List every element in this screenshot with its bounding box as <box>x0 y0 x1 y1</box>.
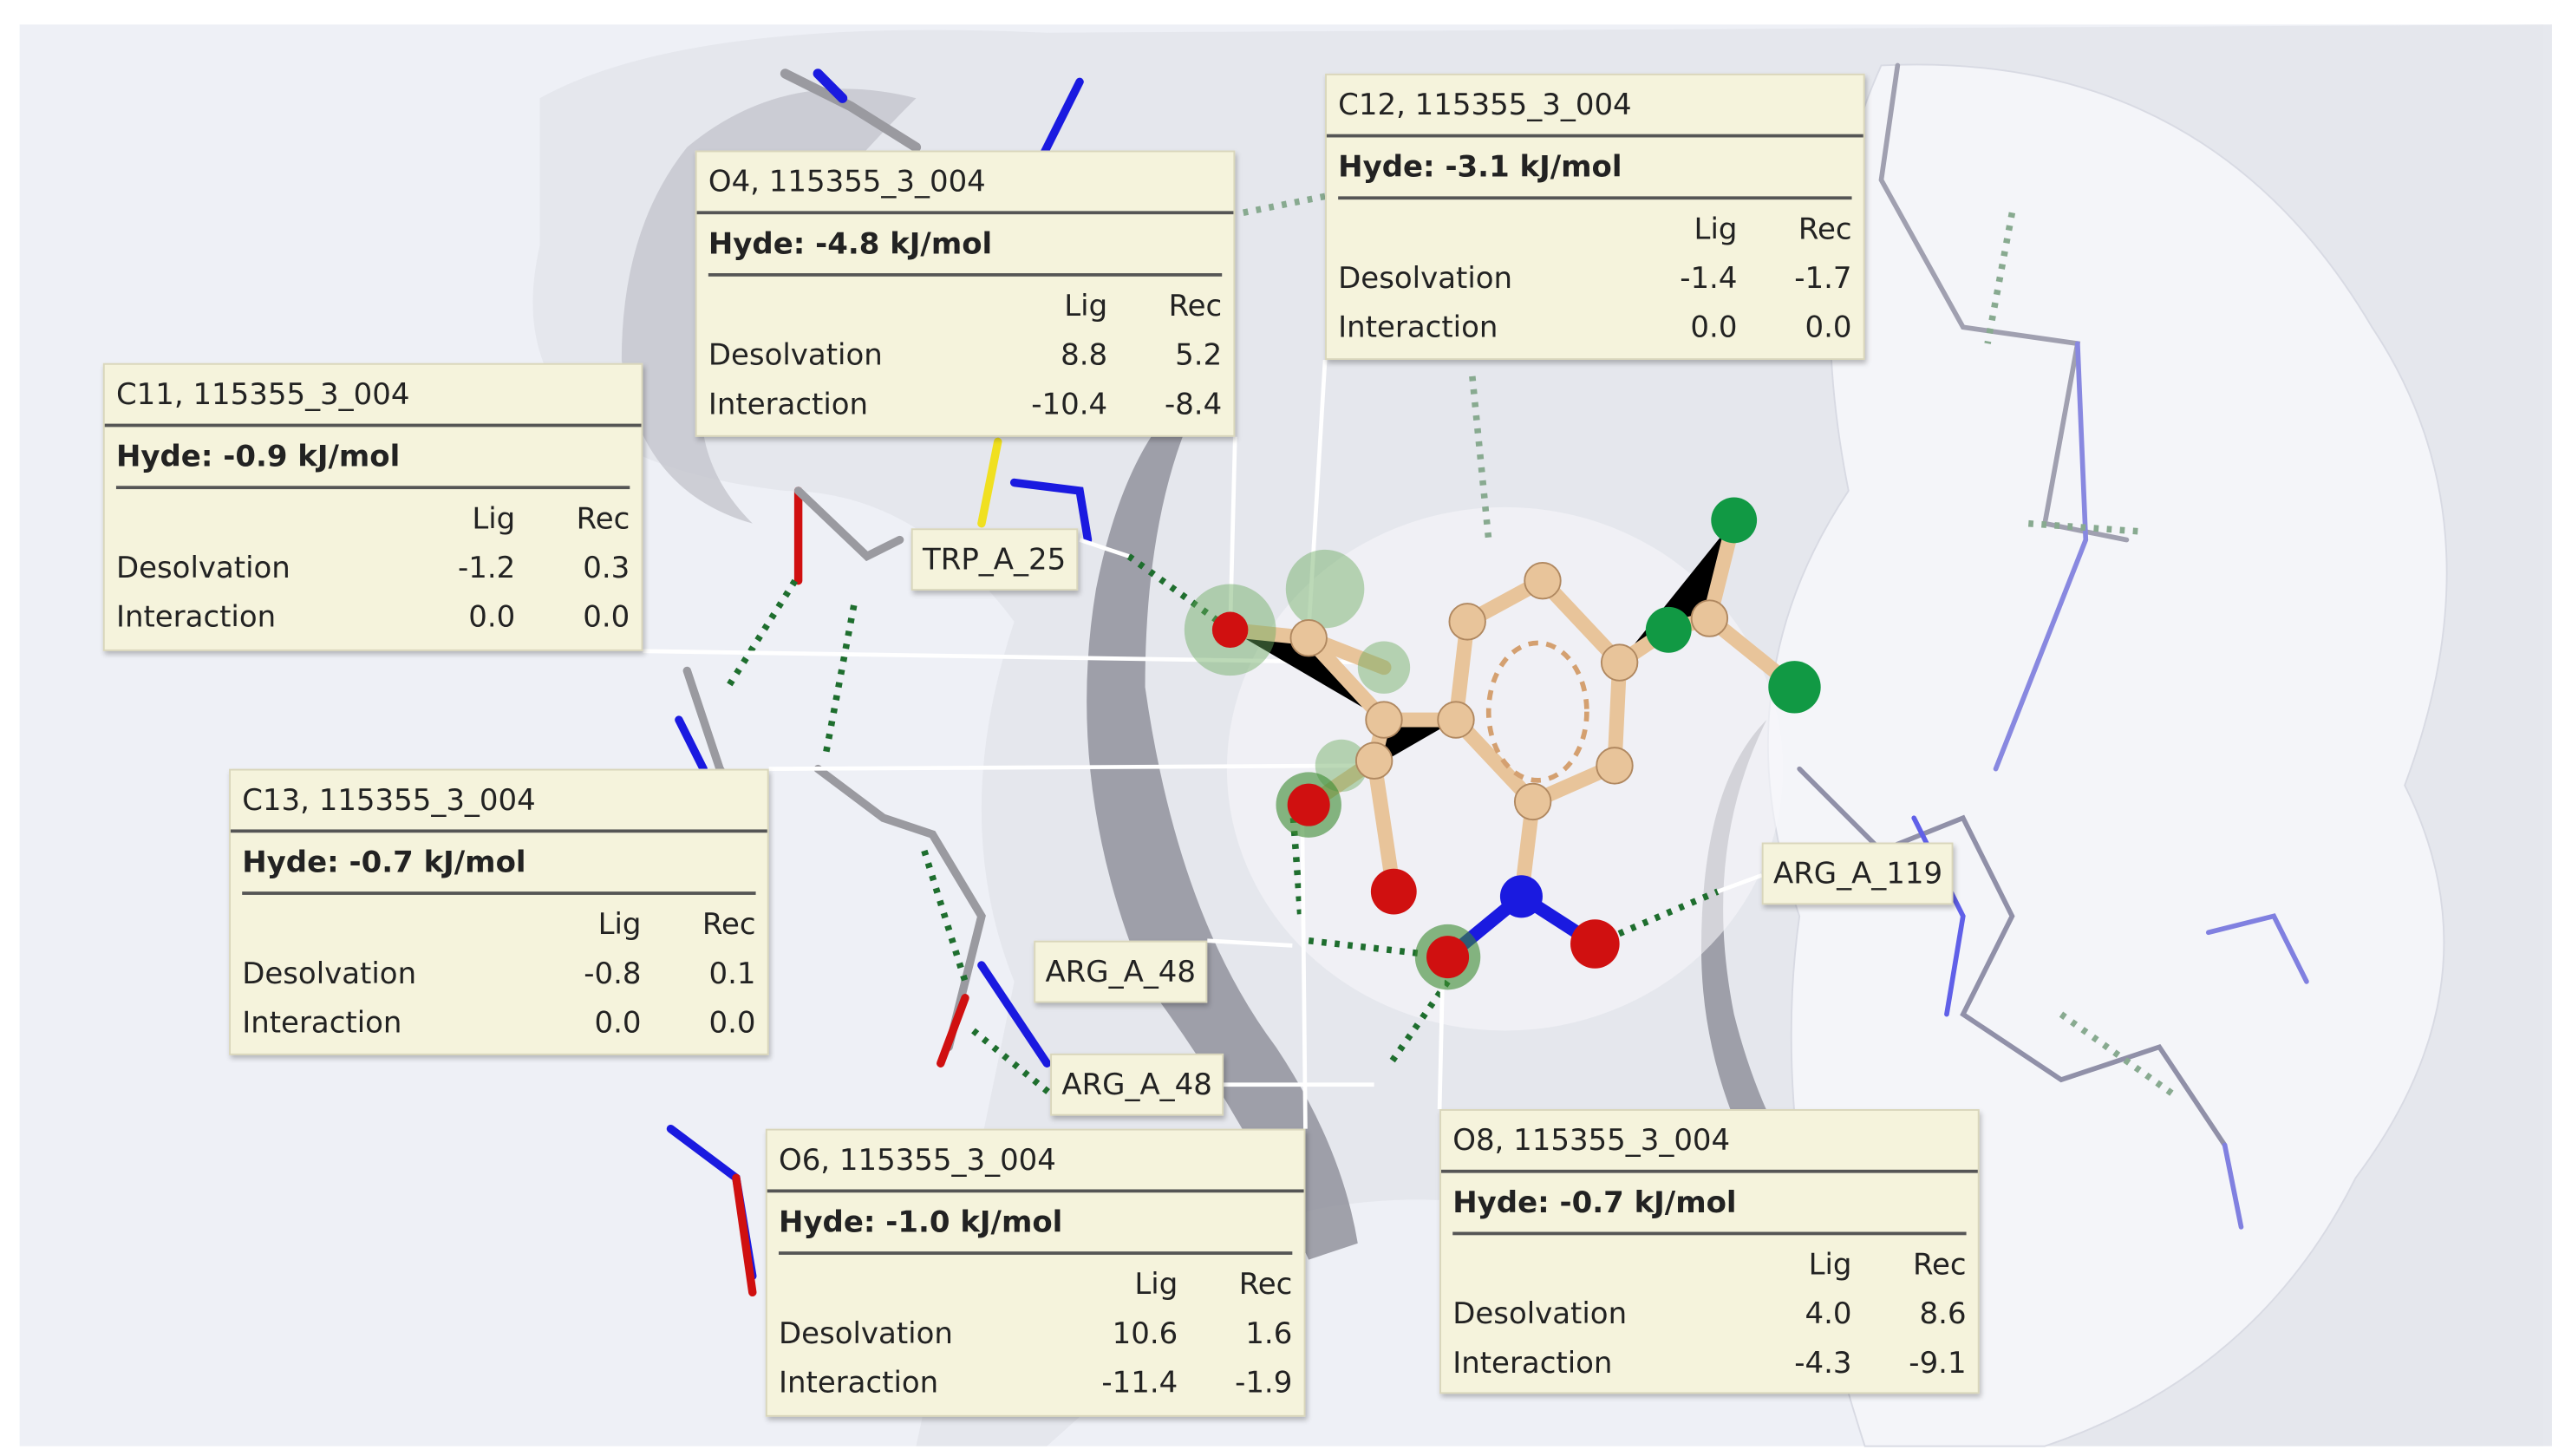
col-lig: Lig <box>1064 289 1108 324</box>
residue-label-arg-a-48: ARG_A_48 <box>1034 940 1208 1003</box>
panel-title: C11, 115355_3_004 <box>104 365 642 428</box>
table-row: Desolvation -1.2 0.3 <box>116 545 630 594</box>
row-label: Interaction <box>115 600 277 635</box>
hyde-energy: Hyde: -0.7 kJ/mol <box>1452 1173 1967 1236</box>
rec-value: 1.6 <box>1245 1316 1293 1352</box>
hyde-energy: Hyde: -4.8 kJ/mol <box>708 214 1223 277</box>
table-row: Interaction 0.0 0.0 <box>1338 304 1851 354</box>
residue-label-trp-a-25: TRP_A_25 <box>910 528 1078 591</box>
atom-panel-c11: C11, 115355_3_004 Hyde: -0.9 kJ/mol Lig R… <box>102 362 643 651</box>
col-lig: Lig <box>597 908 642 943</box>
row-label: Interaction <box>1338 310 1498 346</box>
rec-value: -9.1 <box>1909 1346 1967 1381</box>
col-rec: Rec <box>702 908 756 943</box>
table-row: Desolvation -1.4 -1.7 <box>1338 255 1851 304</box>
residue-label-arg-a-119: ARG_A_119 <box>1761 842 1955 905</box>
lig-value: 8.8 <box>1061 338 1108 374</box>
atom-panel-c12: C12, 115355_3_004 Hyde: -3.1 kJ/mol Lig R… <box>1325 73 1865 361</box>
table-row: Desolvation 8.8 5.2 <box>708 332 1222 382</box>
col-rec: Rec <box>576 502 630 537</box>
panel-title: O4, 115355_3_004 <box>696 152 1234 215</box>
atom-panel-o4: O4, 115355_3_004 Hyde: -4.8 kJ/mol Lig Re… <box>695 150 1236 437</box>
lig-value: -10.4 <box>1031 388 1108 422</box>
energy-table: Lig Rec Desolvation 10.6 1.6 Interaction -11… <box>779 1261 1292 1408</box>
hyde-energy: Hyde: -0.9 kJ/mol <box>115 427 630 490</box>
col-rec: Rec <box>1798 212 1852 247</box>
lig-value: -1.2 <box>457 551 516 586</box>
energy-table: Lig Rec Desolvation -1.4 -1.7 Interaction 0.… <box>1338 206 1851 354</box>
rec-value: 0.3 <box>583 551 630 586</box>
table-row: Desolvation -0.8 0.1 <box>242 950 755 1000</box>
lig-value: 0.0 <box>1690 310 1738 346</box>
lig-value: -4.3 <box>1794 1346 1852 1381</box>
row-label: Interaction <box>778 1366 939 1401</box>
residue-label-arg-a-48: ARG_A_48 <box>1050 1053 1224 1116</box>
row-label: Desolvation <box>242 957 417 992</box>
row-label: Interaction <box>708 388 869 422</box>
atom-highlight-c12[interactable] <box>1285 549 1365 629</box>
atom-panel-o8: O8, 115355_3_004 Hyde: -0.7 kJ/mol Lig Re… <box>1439 1109 1980 1394</box>
row-label: Interaction <box>242 1006 402 1041</box>
energy-table: Lig Rec Desolvation -1.2 0.3 Interaction 0.0… <box>116 496 630 643</box>
atom-panel-o6: O6, 115355_3_004 Hyde: -1.0 kJ/mol Lig Re… <box>765 1128 1306 1417</box>
table-row: Interaction 0.0 0.0 <box>116 594 630 643</box>
col-lig: Lig <box>1694 212 1738 247</box>
row-label: Desolvation <box>1452 1296 1628 1332</box>
col-rec: Rec <box>1238 1268 1293 1303</box>
lig-value: 0.0 <box>468 600 516 635</box>
rec-value: 8.6 <box>1919 1296 1967 1332</box>
lig-value: 0.0 <box>594 1006 642 1041</box>
col-rec: Rec <box>1912 1248 1967 1283</box>
col-lig: Lig <box>472 502 516 537</box>
rec-value: 0.0 <box>1805 310 1852 346</box>
row-label: Desolvation <box>115 551 290 586</box>
hyde-energy: Hyde: -0.7 kJ/mol <box>242 832 756 895</box>
row-label: Interaction <box>1452 1346 1613 1381</box>
rec-value: 5.2 <box>1175 338 1223 374</box>
table-row: Interaction -11.4 -1.9 <box>779 1360 1292 1409</box>
row-label: Desolvation <box>708 338 883 374</box>
panel-title: C12, 115355_3_004 <box>1326 75 1863 138</box>
table-row: Desolvation 4.0 8.6 <box>1452 1290 1966 1340</box>
rec-value: 0.0 <box>708 1006 756 1041</box>
col-lig: Lig <box>1808 1248 1852 1283</box>
molecular-viewer[interactable]: C11, 115355_3_004 Hyde: -0.9 kJ/mol Lig R… <box>0 0 2552 1456</box>
rec-value: 0.1 <box>708 957 756 992</box>
energy-table: Lig Rec Desolvation -0.8 0.1 Interaction 0.0… <box>242 901 755 1048</box>
table-row: Interaction -4.3 -9.1 <box>1452 1340 1966 1389</box>
rec-value: -8.4 <box>1164 388 1223 422</box>
col-lig: Lig <box>1134 1268 1178 1303</box>
row-label: Desolvation <box>1338 261 1513 297</box>
table-row: Interaction -10.4 -8.4 <box>708 382 1222 431</box>
atom-highlight-c11[interactable] <box>1357 641 1411 694</box>
atom-panel-c13: C13, 115355_3_004 Hyde: -0.7 kJ/mol Lig R… <box>229 768 769 1055</box>
lig-value: -11.4 <box>1101 1366 1178 1401</box>
lig-value: -0.8 <box>584 957 642 992</box>
panel-title: C13, 115355_3_004 <box>230 771 767 833</box>
row-label: Desolvation <box>778 1316 953 1352</box>
panel-title: O6, 115355_3_004 <box>767 1131 1304 1193</box>
col-rec: Rec <box>1168 289 1223 324</box>
lig-value: -1.4 <box>1680 261 1738 297</box>
table-row: Interaction 0.0 0.0 <box>242 1000 755 1049</box>
rec-value: -1.9 <box>1235 1366 1293 1401</box>
rec-value: -1.7 <box>1794 261 1852 297</box>
energy-table: Lig Rec Desolvation 4.0 8.6 Interaction -4.3… <box>1452 1242 1966 1389</box>
hyde-energy: Hyde: -1.0 kJ/mol <box>778 1192 1293 1255</box>
table-row: Desolvation 10.6 1.6 <box>779 1310 1292 1360</box>
lig-value: 10.6 <box>1112 1316 1178 1352</box>
hyde-energy: Hyde: -3.1 kJ/mol <box>1338 137 1852 200</box>
lig-value: 4.0 <box>1805 1296 1852 1332</box>
rec-value: 0.0 <box>583 600 630 635</box>
energy-table: Lig Rec Desolvation 8.8 5.2 Interaction -10.… <box>708 283 1222 430</box>
panel-title: O8, 115355_3_004 <box>1441 1111 1978 1173</box>
